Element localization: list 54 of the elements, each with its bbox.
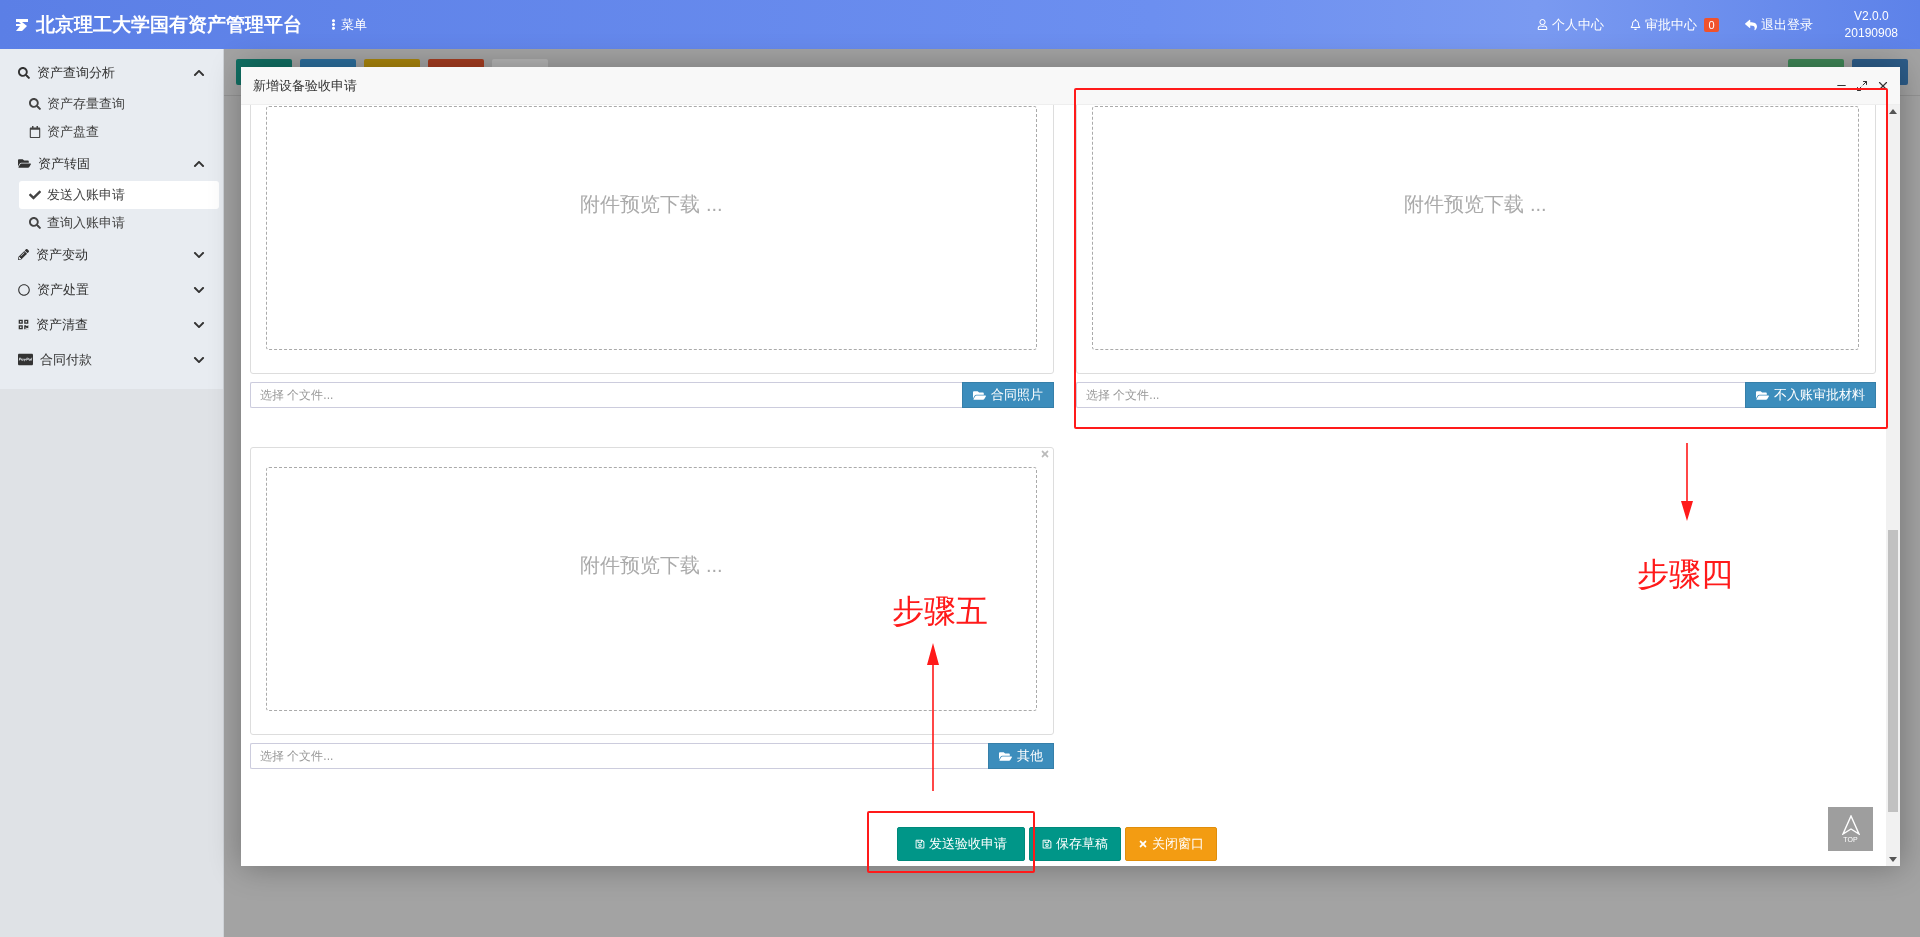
save-icon bbox=[1041, 839, 1052, 849]
app-title: 北京理工大学国有资产管理平台 bbox=[36, 12, 302, 37]
dialog-title: 新增设备验收申请 bbox=[253, 76, 358, 95]
save-icon bbox=[914, 839, 925, 849]
file-input[interactable]: 选择 个文件... bbox=[250, 382, 962, 408]
menu-group[interactable]: 资产清查 bbox=[0, 307, 223, 342]
file-input[interactable]: 选择 个文件... bbox=[250, 743, 988, 769]
upload-button[interactable]: 其他 bbox=[988, 743, 1054, 769]
dialog-button[interactable]: 保存草稿 bbox=[1028, 827, 1121, 861]
menu-item[interactable]: 资产存量查询 bbox=[19, 90, 219, 118]
check-icon bbox=[29, 189, 41, 201]
folder-icon bbox=[973, 388, 986, 402]
logo-icon bbox=[14, 16, 30, 33]
arrow-up-icon bbox=[1841, 815, 1860, 835]
header-link[interactable]: 审批中心 0 bbox=[1630, 15, 1719, 34]
menu-button[interactable]: 菜单 bbox=[328, 15, 367, 34]
header-link[interactable]: 个人中心 bbox=[1537, 15, 1605, 34]
upload-button[interactable]: 不入账审批材料 bbox=[1745, 382, 1876, 408]
user-icon bbox=[1537, 19, 1549, 30]
preview-text: 附件预览下载 ... bbox=[580, 192, 723, 217]
menu-group[interactable]: 资产处置 bbox=[0, 272, 223, 307]
folder-icon bbox=[18, 157, 31, 170]
count-badge: 0 bbox=[1704, 17, 1719, 32]
header-link[interactable]: 退出登录 bbox=[1744, 15, 1813, 34]
build-text: 20190908 bbox=[1844, 24, 1898, 42]
preview-text: 附件预览下载 ... bbox=[580, 553, 723, 578]
dialog-button[interactable]: 关闭窗口 bbox=[1124, 827, 1217, 861]
menu-item[interactable]: 发送入账申请 bbox=[19, 181, 219, 209]
preview-text: 附件预览下载 ... bbox=[1404, 192, 1547, 217]
menu-group[interactable]: 资产转固 bbox=[0, 146, 223, 181]
menu-item[interactable]: 资产盘查 bbox=[19, 118, 219, 146]
qr-code-icon bbox=[18, 319, 29, 330]
step-label: 步骤四 bbox=[1637, 555, 1733, 594]
search-icon bbox=[29, 217, 41, 229]
folder-icon bbox=[999, 749, 1012, 763]
menu-group[interactable]: 资产查询分析 bbox=[0, 55, 223, 90]
upload-button[interactable]: 合同照片 bbox=[962, 382, 1054, 408]
step-label: 步骤五 bbox=[892, 592, 988, 631]
menu-item[interactable]: 查询入账申请 bbox=[19, 209, 219, 237]
payment-card-icon bbox=[18, 352, 33, 367]
reply-icon bbox=[1744, 18, 1757, 31]
scrollbar-thumb[interactable] bbox=[1888, 530, 1898, 812]
bell-icon bbox=[1630, 19, 1642, 30]
maximize-icon[interactable] bbox=[1856, 79, 1868, 92]
calendar-icon bbox=[29, 126, 41, 138]
version-text: V2.0.0 bbox=[1852, 7, 1890, 25]
menu-group[interactable]: 资产变动 bbox=[0, 237, 223, 272]
dialog-button[interactable]: 发送验收申请 bbox=[896, 827, 1025, 861]
menu-group[interactable]: 合同付款 bbox=[0, 342, 223, 377]
folder-icon bbox=[1756, 388, 1769, 402]
search-icon bbox=[18, 66, 30, 79]
pencil-icon bbox=[18, 249, 29, 260]
close-icon bbox=[1137, 839, 1148, 849]
search-icon bbox=[29, 98, 41, 110]
